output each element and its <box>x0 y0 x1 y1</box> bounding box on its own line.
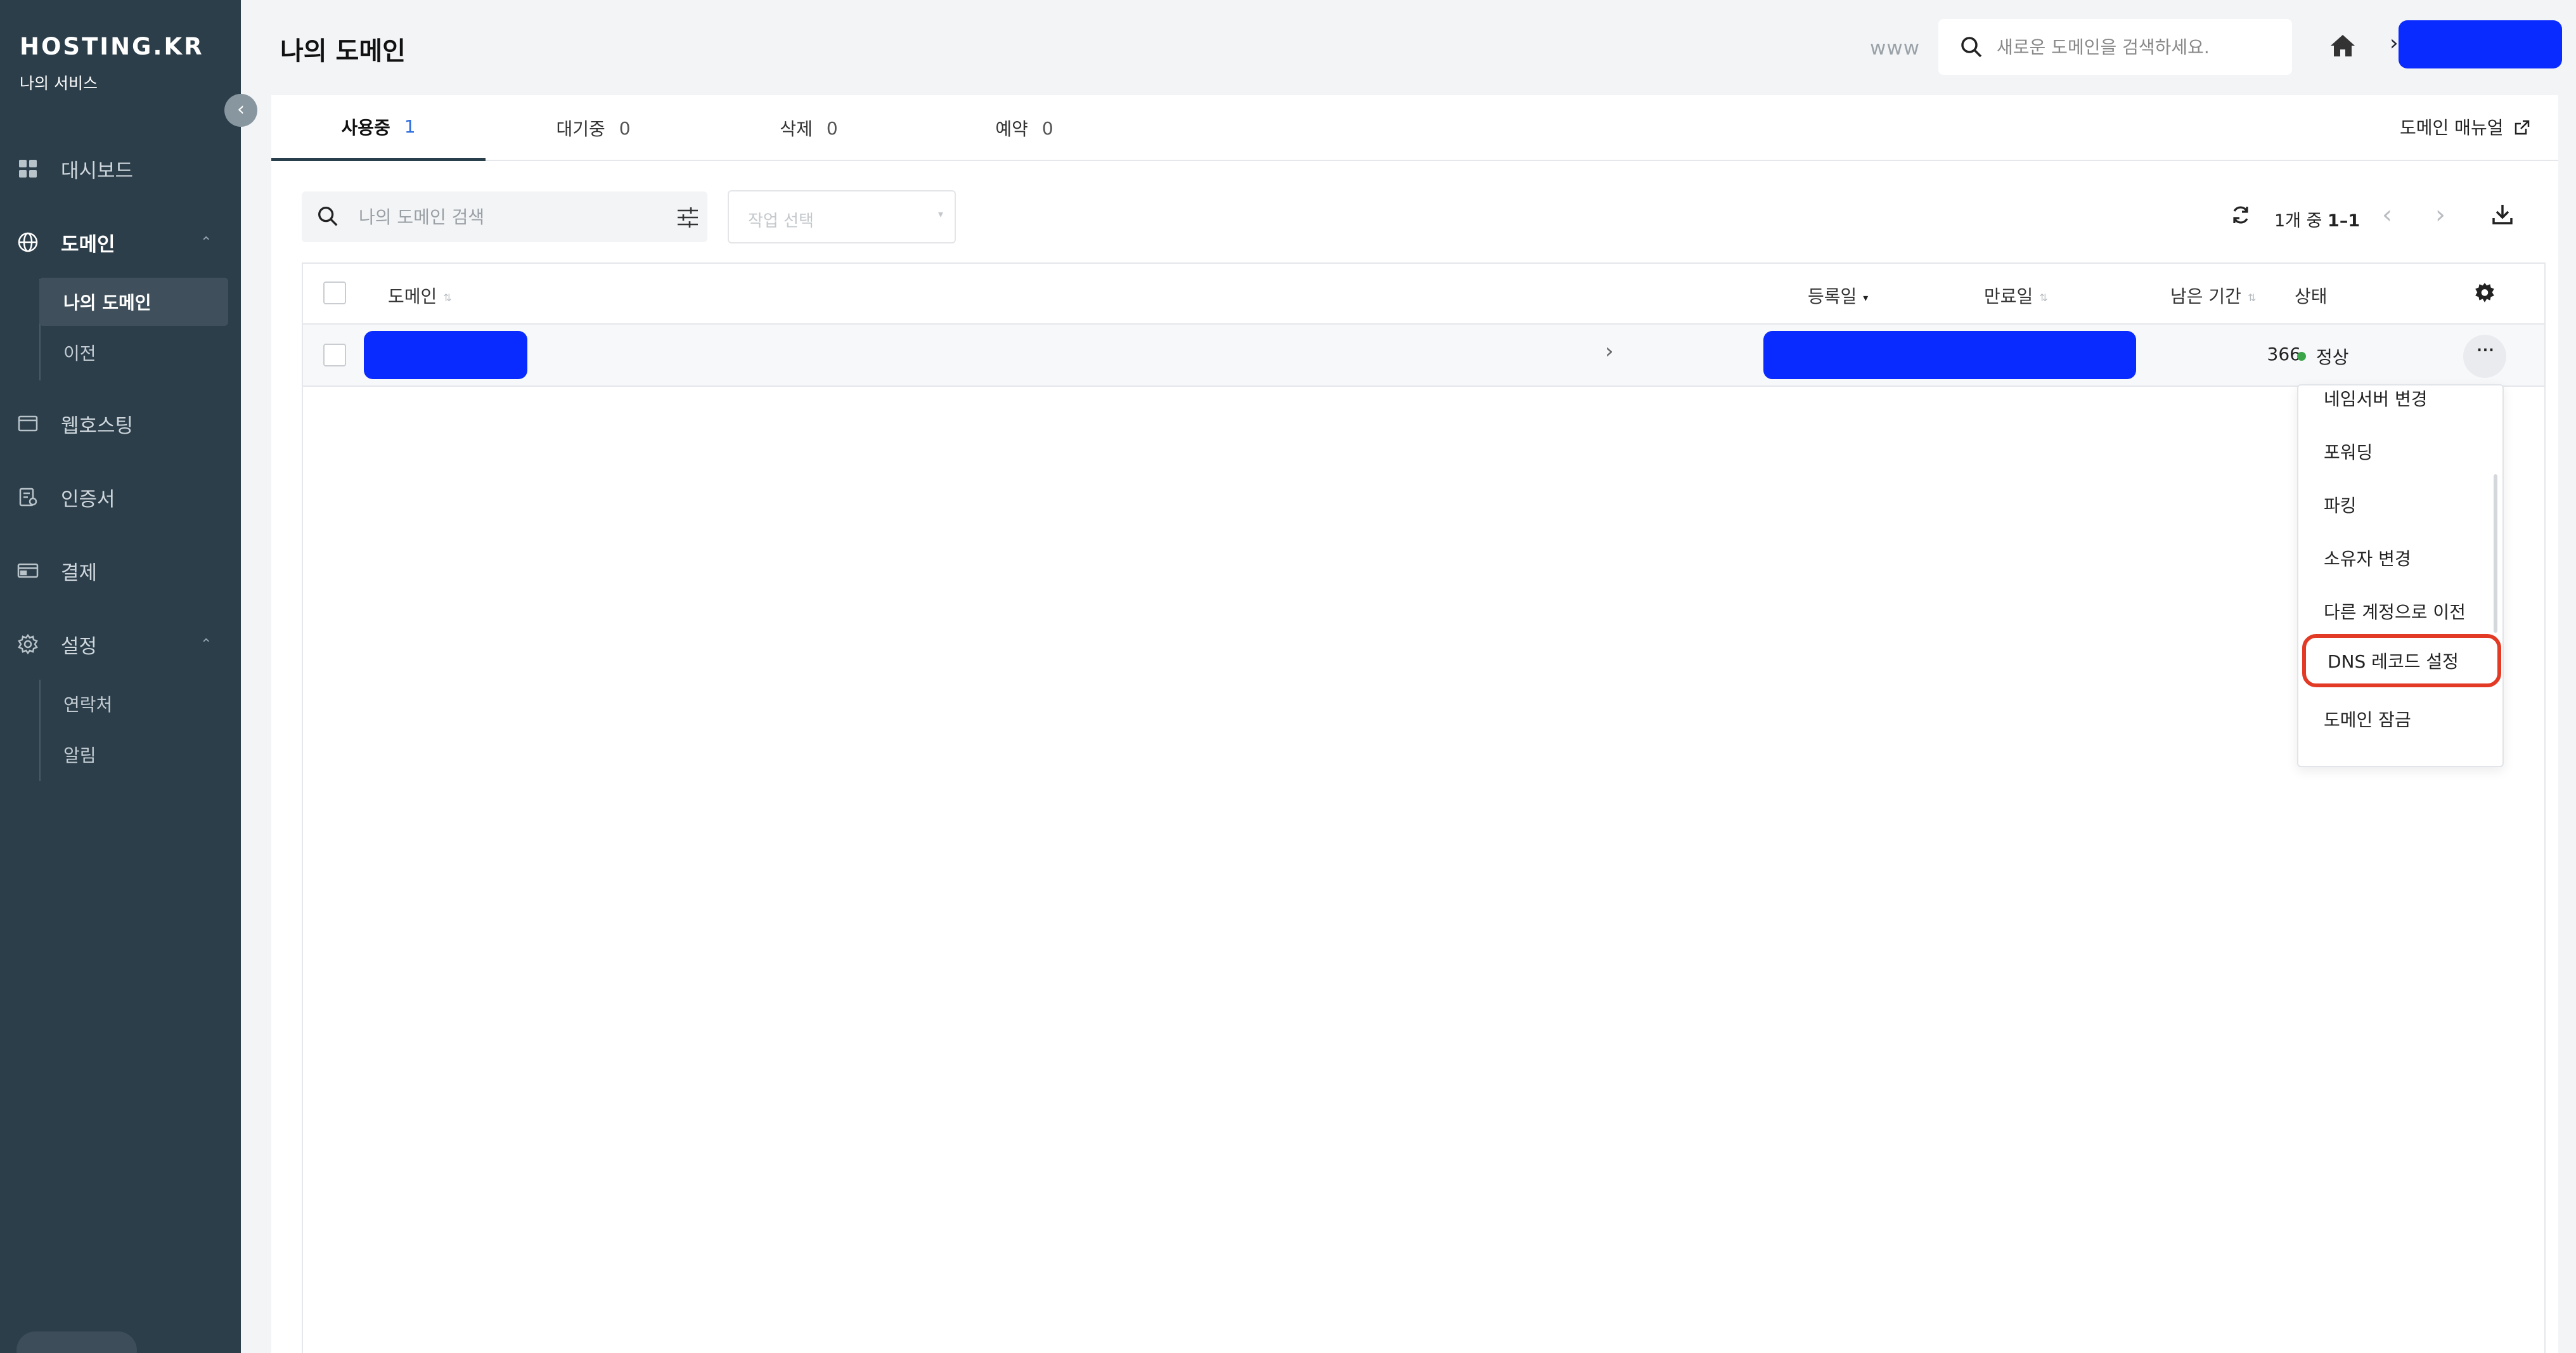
settings-icon <box>16 633 39 656</box>
row-checkbox[interactable] <box>323 344 346 366</box>
chevron-right-icon[interactable]: › <box>2435 200 2445 230</box>
sidebar-item-domain[interactable]: 도메인 ⌃ <box>0 223 241 261</box>
brand-subtitle: 나의 서비스 <box>20 74 98 93</box>
certificate-icon <box>16 486 39 508</box>
header-remaining[interactable]: 남은 기간 ⇅ <box>2170 283 2256 308</box>
redacted-dates <box>1763 331 2136 379</box>
table-header: 도메인 ⇅ 등록일 ▾ 만료일 ⇅ 남은 기간 ⇅ 상태 <box>303 264 2544 325</box>
select-all-checkbox[interactable] <box>323 282 346 304</box>
browser-icon <box>16 412 39 435</box>
sort-icon: ⇅ <box>443 291 452 304</box>
sidebar-item-label: 결제 <box>61 561 98 585</box>
sidebar-item-settings[interactable]: 설정 ⌃ <box>0 625 241 663</box>
sidebar-item-label: 대시보드 <box>61 159 134 183</box>
sidebar-item-webhosting[interactable]: 웹호스팅 <box>0 405 241 443</box>
sort-icon: ⇅ <box>2247 291 2257 304</box>
header-expires[interactable]: 만료일 ⇅ <box>1984 283 2048 308</box>
header-status: 상태 <box>2295 286 2328 307</box>
menu-scrollbar[interactable] <box>2494 474 2497 633</box>
sidebar: HOSTING.KR 나의 서비스 대시보드 도메인 ⌃ 나의 도메인 이전 웹… <box>0 0 241 1353</box>
sidebar-subitem-contacts[interactable]: 연락처 <box>39 680 228 728</box>
row-action-menu: 네임서버 변경 포워딩 파킹 소유자 변경 다른 계정으로 이전 DNS 레코드… <box>2297 384 2504 767</box>
chevron-up-icon[interactable]: ⌃ <box>200 637 212 652</box>
globe-icon <box>16 231 39 254</box>
dropdown-arrow-icon: ▾ <box>937 208 943 220</box>
domain-table: 도메인 ⇅ 등록일 ▾ 만료일 ⇅ 남은 기간 ⇅ 상태 › 366 정상 ··· <box>302 262 2546 1353</box>
menu-item-transfer-account[interactable]: 다른 계정으로 이전 <box>2298 585 2500 638</box>
user-menu-icon[interactable]: › <box>2390 30 2399 56</box>
pagination-info: 1개 중 1–1 <box>2274 211 2360 231</box>
tab-in-use[interactable]: 사용중 1 <box>271 95 486 161</box>
sidebar-item-label: 인증서 <box>61 488 115 511</box>
tab-reserved[interactable]: 예약 0 <box>917 95 1132 161</box>
download-icon[interactable] <box>2491 203 2514 228</box>
sidebar-item-payment[interactable]: 결제 <box>0 552 241 590</box>
external-link-icon <box>2509 117 2530 138</box>
sidebar-item-label: 설정 <box>61 635 98 658</box>
sidebar-item-dashboard[interactable]: 대시보드 <box>0 150 241 188</box>
menu-item-parking[interactable]: 파킹 <box>2298 478 2500 531</box>
page-title: 나의 도메인 <box>280 37 406 66</box>
header-registered[interactable]: 등록일 ▾ <box>1808 283 1868 308</box>
filter-sliders-icon[interactable] <box>676 205 700 232</box>
remaining-days: 366 <box>2267 344 2301 365</box>
sidebar-item-label: 웹호스팅 <box>61 414 134 437</box>
sidebar-item-label: 도메인 <box>61 233 115 256</box>
search-icon <box>316 204 340 231</box>
sidebar-subitem-alerts[interactable]: 알림 <box>39 730 228 779</box>
menu-item-change-nameserver[interactable]: 네임서버 변경 <box>2298 385 2500 425</box>
status-text: 정상 <box>2316 347 2349 368</box>
main-card: 사용중1 대기중0 삭제0 예약0 도메인 매뉴얼 작업 선택 ▾ <box>271 95 2558 1353</box>
redacted-domain-name[interactable] <box>364 331 527 379</box>
sort-desc-icon: ▾ <box>1863 291 1869 304</box>
account-button[interactable] <box>2399 20 2562 68</box>
table-row[interactable]: › 366 정상 ··· <box>303 325 2544 387</box>
menu-item-domain-lock[interactable]: 도메인 잠금 <box>2298 692 2500 746</box>
gear-icon[interactable] <box>2473 282 2496 307</box>
domain-manual-link[interactable]: 도메인 매뉴얼 <box>2400 114 2558 139</box>
chevron-up-icon[interactable]: ⌃ <box>200 235 212 250</box>
more-options-button[interactable]: ··· <box>2463 335 2506 378</box>
sidebar-item-certificate[interactable]: 인증서 <box>0 478 241 516</box>
menu-item-change-owner[interactable]: 소유자 변경 <box>2298 531 2500 585</box>
help-button[interactable] <box>16 1331 137 1353</box>
sort-icon: ⇅ <box>2039 291 2048 304</box>
refresh-icon[interactable] <box>2230 204 2251 228</box>
tab-pending[interactable]: 대기중 0 <box>486 95 701 161</box>
home-icon[interactable] <box>2329 33 2357 61</box>
dashboard-icon <box>16 157 39 180</box>
tab-bar: 사용중 1 대기중 0 삭제 0 예약 0 도메인 매뉴얼 <box>271 95 2558 161</box>
my-domain-search-input[interactable] <box>359 202 638 232</box>
tab-deleted[interactable]: 삭제 0 <box>701 95 917 161</box>
brand-logo[interactable]: HOSTING.KR <box>20 33 204 60</box>
chevron-right-icon[interactable]: › <box>1605 339 1614 364</box>
collapse-sidebar-button[interactable]: ‹ <box>224 94 257 127</box>
chevron-left-icon[interactable]: ‹ <box>2382 200 2392 230</box>
search-icon <box>1959 34 1984 62</box>
my-domain-search-box[interactable] <box>302 191 707 242</box>
payment-icon <box>16 559 39 582</box>
domain-search-box[interactable] <box>1938 19 2292 75</box>
status-dot-icon <box>2297 352 2306 361</box>
sidebar-subitem-transfer[interactable]: 이전 <box>39 328 228 377</box>
www-prefix: www <box>1870 37 1921 60</box>
sidebar-subitem-my-domains[interactable]: 나의 도메인 <box>39 278 228 326</box>
header-domain[interactable]: 도메인 ⇅ <box>388 283 452 308</box>
action-select-dropdown[interactable]: 작업 선택 ▾ <box>728 190 956 243</box>
menu-item-forwarding[interactable]: 포워딩 <box>2298 425 2500 478</box>
menu-item-dns-records[interactable]: DNS 레코드 설정 <box>2302 634 2501 687</box>
new-domain-search-input[interactable] <box>1997 32 2276 62</box>
